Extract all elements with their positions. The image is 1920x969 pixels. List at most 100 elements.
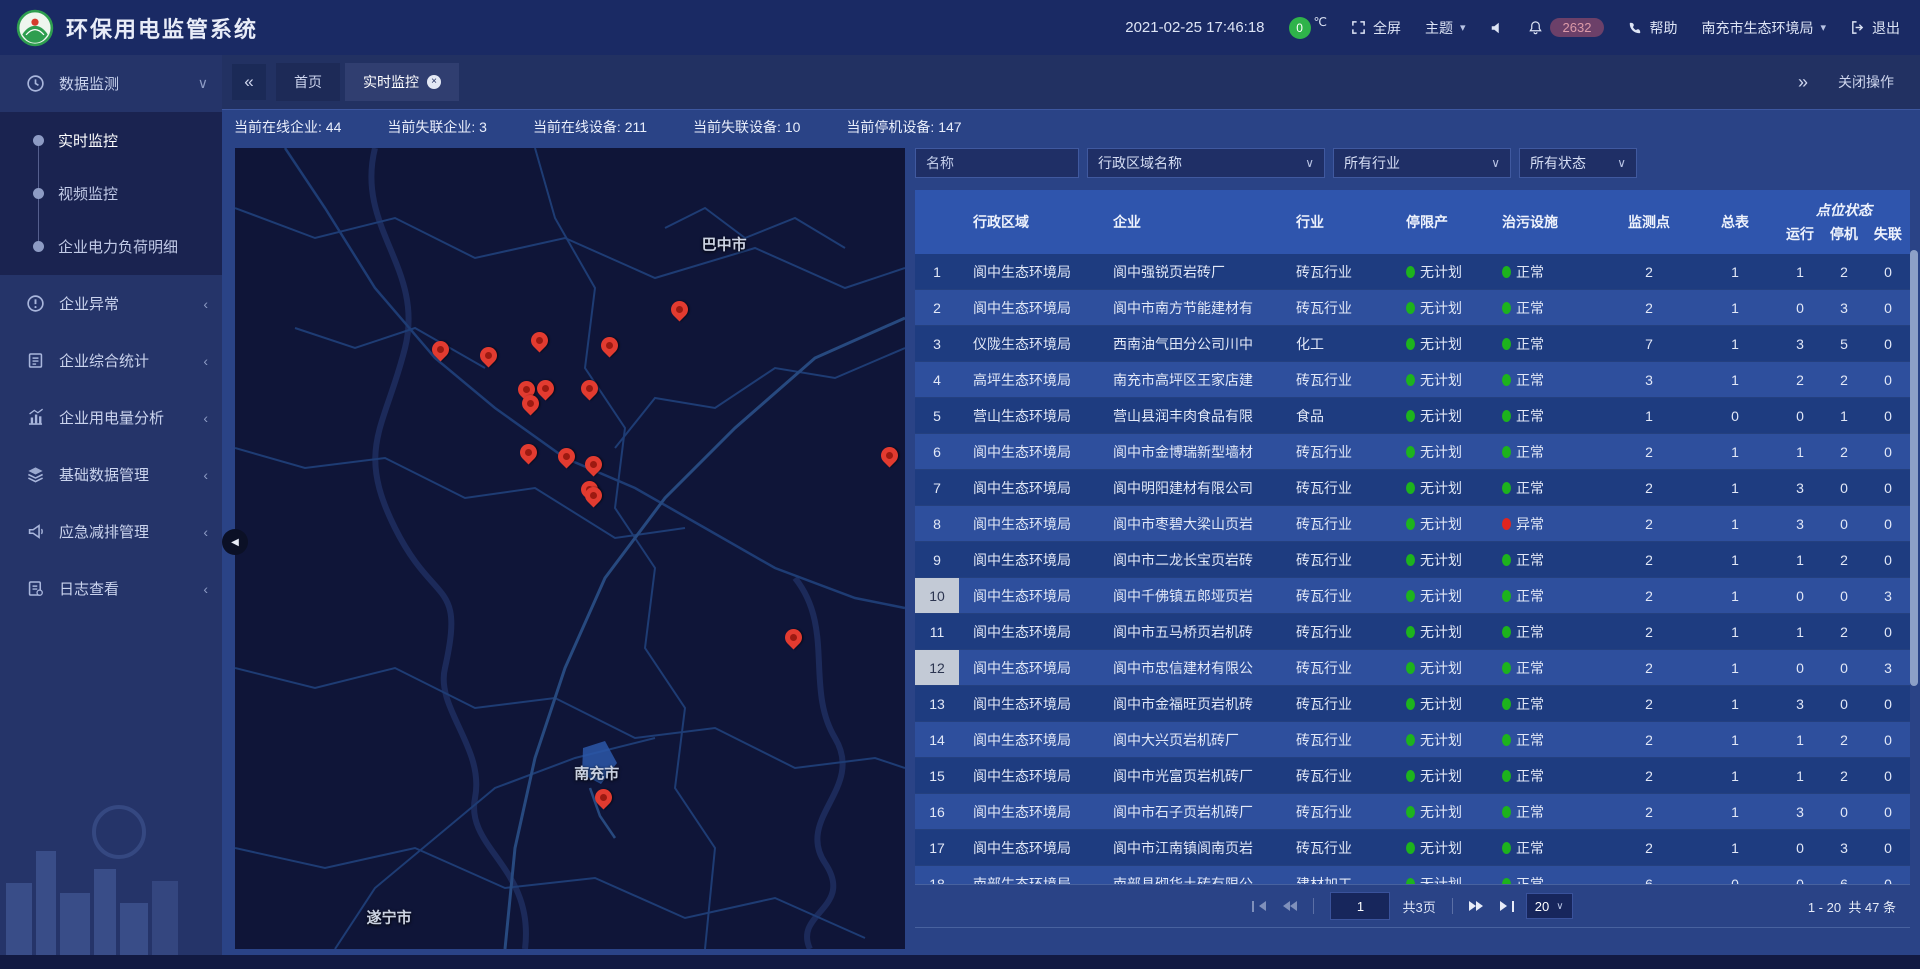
sound-mute-button[interactable] xyxy=(1490,21,1504,35)
tab-home[interactable]: 首页 xyxy=(276,63,340,101)
sidebar-nav: 数据监测∨实时监控视频监控企业电力负荷明细企业异常‹企业综合统计‹企业用电量分析… xyxy=(0,55,222,617)
cell-run: 3 xyxy=(1778,794,1822,829)
sidebar-item-label: 应急减排管理 xyxy=(59,521,203,542)
status-dot xyxy=(1502,266,1511,278)
tab-realtime-monitor[interactable]: 实时监控 × xyxy=(345,63,459,101)
table-row[interactable]: 5营山生态环境局营山县润丰肉食品有限食品无计划正常10010 xyxy=(915,398,1910,434)
tabs-scroll-right-button[interactable]: » xyxy=(1798,72,1808,93)
table-row[interactable]: 4高坪生态环境局南充市高坪区王家店建砖瓦行业无计划正常31220 xyxy=(915,362,1910,398)
cell-limit-status: 无计划 xyxy=(1406,794,1502,829)
last-page-button[interactable] xyxy=(1500,901,1514,912)
page-number-input[interactable] xyxy=(1330,892,1390,920)
sidebar-item-emergency-reduction[interactable]: 应急减排管理‹ xyxy=(0,503,222,560)
table-row[interactable]: 13阆中生态环境局阆中市金福旺页岩机砖砖瓦行业无计划正常21300 xyxy=(915,686,1910,722)
header-points: 监测点 xyxy=(1606,190,1692,254)
cell-region: 高坪生态环境局 xyxy=(959,362,1109,397)
cell-index: 7 xyxy=(915,470,959,505)
theme-label: 主题 xyxy=(1425,18,1453,38)
cell-stop: 1 xyxy=(1822,398,1866,433)
cell-stop: 0 xyxy=(1822,470,1866,505)
table-row[interactable]: 16阆中生态环境局阆中市石子页岩机砖厂砖瓦行业无计划正常21300 xyxy=(915,794,1910,830)
cell-run: 3 xyxy=(1778,686,1822,721)
page-size-select[interactable]: 20 ∨ xyxy=(1526,893,1573,919)
layers-icon xyxy=(26,465,46,485)
sidebar-subitem-video-monitor[interactable]: 视频监控 xyxy=(0,167,222,220)
sidebar-item-power-analysis[interactable]: 企业用电量分析‹ xyxy=(0,389,222,446)
prev-page-button[interactable] xyxy=(1278,901,1297,911)
cell-lost: 3 xyxy=(1866,650,1910,685)
sidebar-item-enterprise-alert[interactable]: 企业异常‹ xyxy=(0,275,222,332)
cell-run: 0 xyxy=(1778,290,1822,325)
table-row[interactable]: 18南部生态环境局南部县砌华土砖有限公建材加工无计划正常60060 xyxy=(915,866,1910,884)
notifications-button[interactable]: 2632 xyxy=(1528,18,1605,37)
cell-stop: 2 xyxy=(1822,434,1866,469)
sidebar-item-data-monitor[interactable]: 数据监测∨ xyxy=(0,55,222,112)
cell-limit-status: 无计划 xyxy=(1406,434,1502,469)
limit-text: 无计划 xyxy=(1420,478,1462,498)
sidebar-item-base-data[interactable]: 基础数据管理‹ xyxy=(0,446,222,503)
stat-value: 44 xyxy=(326,119,342,135)
cell-industry: 砖瓦行业 xyxy=(1296,722,1406,757)
logout-button[interactable]: 退出 xyxy=(1850,18,1900,38)
map-city-label: 巴中市 xyxy=(702,234,747,255)
header-facility: 治污设施 xyxy=(1502,190,1606,254)
cell-index: 14 xyxy=(915,722,959,757)
tabs-scroll-left-button[interactable]: « xyxy=(232,64,266,100)
region-filter-select[interactable]: 行政区域名称 ∨ xyxy=(1087,148,1325,178)
map-panel[interactable]: 巴中市南充市遂宁市 xyxy=(235,148,905,949)
sidebar-subitem-power-load-detail[interactable]: 企业电力负荷明细 xyxy=(0,220,222,273)
cell-meters: 1 xyxy=(1692,830,1778,865)
close-icon[interactable]: × xyxy=(427,75,441,89)
cell-meters: 1 xyxy=(1692,290,1778,325)
cell-region: 阆中生态环境局 xyxy=(959,290,1109,325)
sidebar-item-log-view[interactable]: 日志查看‹ xyxy=(0,560,222,617)
org-dropdown[interactable]: 南充市生态环境局 ▾ xyxy=(1701,18,1826,38)
cell-region: 阆中生态环境局 xyxy=(959,614,1109,649)
map-collapse-toggle[interactable]: ◀ xyxy=(222,529,248,555)
cell-run: 1 xyxy=(1778,614,1822,649)
cell-facility-status: 正常 xyxy=(1502,326,1606,361)
map-city-label: 南充市 xyxy=(574,762,619,783)
table-row[interactable]: 15阆中生态环境局阆中市光富页岩机砖厂砖瓦行业无计划正常21120 xyxy=(915,758,1910,794)
table-row[interactable]: 10阆中生态环境局阆中千佛镇五郎垭页岩砖瓦行业无计划正常21003 xyxy=(915,578,1910,614)
sidebar-subitem-realtime-monitor[interactable]: 实时监控 xyxy=(0,114,222,167)
industry-filter-select[interactable]: 所有行业 ∨ xyxy=(1333,148,1511,178)
facility-text: 正常 xyxy=(1516,262,1544,282)
org-label: 南充市生态环境局 xyxy=(1701,18,1813,38)
table-row[interactable]: 7阆中生态环境局阆中明阳建材有限公司砖瓦行业无计划正常21300 xyxy=(915,470,1910,506)
table-row[interactable]: 9阆中生态环境局阆中市二龙长宝页岩砖砖瓦行业无计划正常21120 xyxy=(915,542,1910,578)
pagination-range: 1 - 20 共 47 条 xyxy=(1808,897,1896,916)
help-button[interactable]: 帮助 xyxy=(1628,18,1677,38)
cell-run: 0 xyxy=(1778,830,1822,865)
first-page-button[interactable] xyxy=(1252,901,1266,912)
table-row[interactable]: 17阆中生态环境局阆中市江南镇阆南页岩砖瓦行业无计划正常21030 xyxy=(915,830,1910,866)
temperature-unit: ℃ xyxy=(1314,15,1327,29)
cell-limit-status: 无计划 xyxy=(1406,758,1502,793)
table-row[interactable]: 8阆中生态环境局阆中市枣碧大梁山页岩砖瓦行业无计划异常21300 xyxy=(915,506,1910,542)
status-filter-select[interactable]: 所有状态 ∨ xyxy=(1519,148,1637,178)
fullscreen-label: 全屏 xyxy=(1373,18,1401,38)
next-page-button[interactable] xyxy=(1469,901,1488,911)
sidebar-item-enterprise-stats[interactable]: 企业综合统计‹ xyxy=(0,332,222,389)
table-row[interactable]: 6阆中生态环境局阆中市金博瑞新型墙材砖瓦行业无计划正常21120 xyxy=(915,434,1910,470)
table-row[interactable]: 3仪陇生态环境局西南油气田分公司川中化工无计划正常71350 xyxy=(915,326,1910,362)
cell-limit-status: 无计划 xyxy=(1406,362,1502,397)
fullscreen-button[interactable]: 全屏 xyxy=(1351,18,1401,38)
page-scrollbar-thumb[interactable] xyxy=(1910,250,1918,686)
table-row[interactable]: 12阆中生态环境局阆中市忠信建材有限公砖瓦行业无计划正常21003 xyxy=(915,650,1910,686)
status-dot xyxy=(1502,626,1511,638)
close-operations-button[interactable]: 关闭操作 xyxy=(1838,72,1894,92)
cell-meters: 1 xyxy=(1692,362,1778,397)
stat-item-0: 当前在线企业: 44 xyxy=(234,117,341,137)
name-filter-input[interactable] xyxy=(915,148,1079,178)
data-monitor-icon xyxy=(26,74,46,94)
weather-widget: 0 ℃ xyxy=(1289,17,1327,39)
table-row[interactable]: 2阆中生态环境局阆中市南方节能建材有砖瓦行业无计划正常21030 xyxy=(915,290,1910,326)
table-row[interactable]: 14阆中生态环境局阆中大兴页岩机砖厂砖瓦行业无计划正常21120 xyxy=(915,722,1910,758)
cell-points: 3 xyxy=(1606,362,1692,397)
theme-dropdown[interactable]: 主题 ▾ xyxy=(1425,18,1466,38)
table-row[interactable]: 11阆中生态环境局阆中市五马桥页岩机砖砖瓦行业无计划正常21120 xyxy=(915,614,1910,650)
sidebar-item-label: 企业异常 xyxy=(59,293,203,314)
table-row[interactable]: 1阆中生态环境局阆中强锐页岩砖厂砖瓦行业无计划正常21120 xyxy=(915,254,1910,290)
stats-icon xyxy=(26,351,46,371)
